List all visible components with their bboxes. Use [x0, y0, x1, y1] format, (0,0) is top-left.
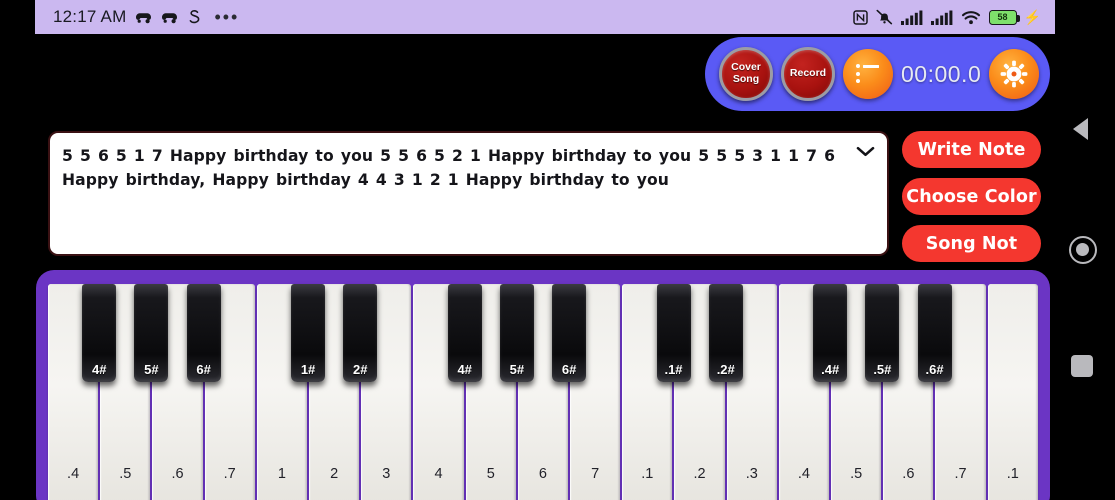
black-key[interactable]: .6# [917, 284, 952, 382]
back-triangle-icon[interactable] [1073, 118, 1088, 140]
side-button-group: Write Note Choose Color Song Not [902, 131, 1041, 262]
black-key[interactable]: .2# [708, 284, 743, 382]
battery-icon: 58 [988, 9, 1020, 25]
status-bar-left: 12:17 AM ••• [53, 7, 239, 27]
black-key-label: .1# [664, 362, 683, 377]
note-text-box[interactable]: 5 5 6 5 1 7 Happy birthday to you 5 5 6 … [48, 131, 889, 256]
choose-color-button[interactable]: Choose Color [902, 178, 1041, 215]
write-note-button[interactable]: Write Note [902, 131, 1041, 168]
white-key-label: 6 [538, 466, 547, 482]
cover-song-label-line2: Song [732, 73, 760, 85]
charging-bolt-icon: ⚡ [1023, 8, 1041, 25]
black-key[interactable]: 4# [447, 284, 482, 382]
record-label: Record [789, 67, 827, 80]
black-key-label: 6# [561, 362, 577, 377]
white-key-label: 4 [434, 466, 443, 482]
cover-song-button[interactable]: Cover Song [719, 47, 773, 101]
signal-bars-icon [900, 10, 923, 25]
song-not-button[interactable]: Song Not [902, 225, 1041, 262]
record-button[interactable]: Record [781, 47, 835, 101]
game-controller-icon [161, 11, 178, 24]
black-key[interactable]: 5# [134, 284, 169, 382]
black-key-label: .4# [821, 362, 840, 377]
top-toolbar: Cover Song Record 00:00.0 [705, 37, 1050, 111]
white-key-label: .7 [954, 466, 967, 482]
black-key[interactable]: .1# [656, 284, 691, 382]
note-text: 5 5 6 5 1 7 Happy birthday to you 5 5 6 … [62, 147, 836, 189]
white-key-label: .2 [693, 466, 706, 482]
bell-muted-icon [876, 9, 893, 25]
white-key-label: 7 [591, 466, 600, 482]
home-circle-icon[interactable] [1069, 236, 1097, 264]
white-key-label: .6 [902, 466, 915, 482]
battery-percent: 58 [997, 11, 1008, 22]
chevron-down-icon[interactable] [856, 146, 875, 157]
black-key-label: 4# [457, 362, 472, 377]
list-icon [856, 64, 880, 84]
black-key[interactable]: .4# [813, 284, 848, 382]
recents-square-icon[interactable] [1071, 355, 1093, 377]
key-bed: .4 .5 .6 .7 1 2 3 4 5 6 7 .1 .2 .3 .4 .5 .6 .7 .1 4# 5# 6# 1#… [48, 284, 1038, 500]
signal-bars-icon [930, 10, 953, 25]
wifi-icon [961, 10, 981, 25]
black-key-label: 4# [91, 362, 107, 377]
black-key[interactable]: 6# [552, 284, 587, 382]
black-key-label: 1# [300, 362, 316, 377]
app-root: 12:17 AM ••• 58 ⚡ Cover Song Record 00:0… [0, 0, 1115, 500]
recording-timer: 00:00.0 [901, 60, 982, 87]
white-key-label: .7 [223, 466, 236, 482]
black-key-label: .5# [873, 362, 892, 377]
android-nav-bar [1055, 0, 1115, 500]
white-key-label: 5 [486, 466, 495, 482]
status-bar-right: 58 ⚡ [852, 8, 1041, 26]
white-key-label: .1 [641, 466, 654, 482]
snapchat-icon [187, 9, 201, 26]
black-key-label: 5# [144, 362, 159, 377]
white-key-label: .4 [797, 466, 810, 482]
overflow-dots-icon: ••• [214, 7, 240, 27]
white-key-label: 2 [330, 466, 339, 482]
gear-icon [1000, 60, 1028, 88]
black-key-label: .2# [716, 362, 735, 377]
black-key-label: .6# [925, 362, 944, 377]
black-key-label: 2# [353, 362, 368, 377]
white-key-label: .6 [171, 466, 184, 482]
black-key[interactable]: 2# [343, 284, 378, 382]
white-key-label: .1 [1006, 466, 1019, 482]
status-bar: 12:17 AM ••• 58 ⚡ [35, 0, 1055, 34]
game-controller-icon [135, 11, 152, 24]
black-key-label: 6# [196, 362, 211, 377]
black-key[interactable]: 5# [499, 284, 534, 382]
song-list-button[interactable] [843, 49, 893, 99]
white-key-label: .4 [67, 466, 80, 482]
white-key-label: 3 [382, 466, 391, 482]
white-key-label: 1 [277, 466, 286, 482]
white-key-label: .3 [745, 466, 758, 482]
black-key[interactable]: .5# [865, 284, 900, 382]
nfc-icon [852, 9, 868, 25]
black-key[interactable]: 4# [82, 284, 117, 382]
black-key-label: 5# [509, 362, 525, 377]
white-key-label: .5 [119, 466, 132, 482]
settings-button[interactable] [989, 49, 1040, 99]
white-key-label: .5 [850, 466, 863, 482]
status-clock: 12:17 AM [53, 7, 127, 26]
white-key[interactable]: .1 [987, 284, 1038, 500]
black-key[interactable]: 6# [186, 284, 221, 382]
black-key[interactable]: 1# [291, 284, 326, 382]
piano-keyboard: .4 .5 .6 .7 1 2 3 4 5 6 7 .1 .2 .3 .4 .5 .6 .7 .1 4# 5# 6# 1#… [36, 270, 1050, 500]
